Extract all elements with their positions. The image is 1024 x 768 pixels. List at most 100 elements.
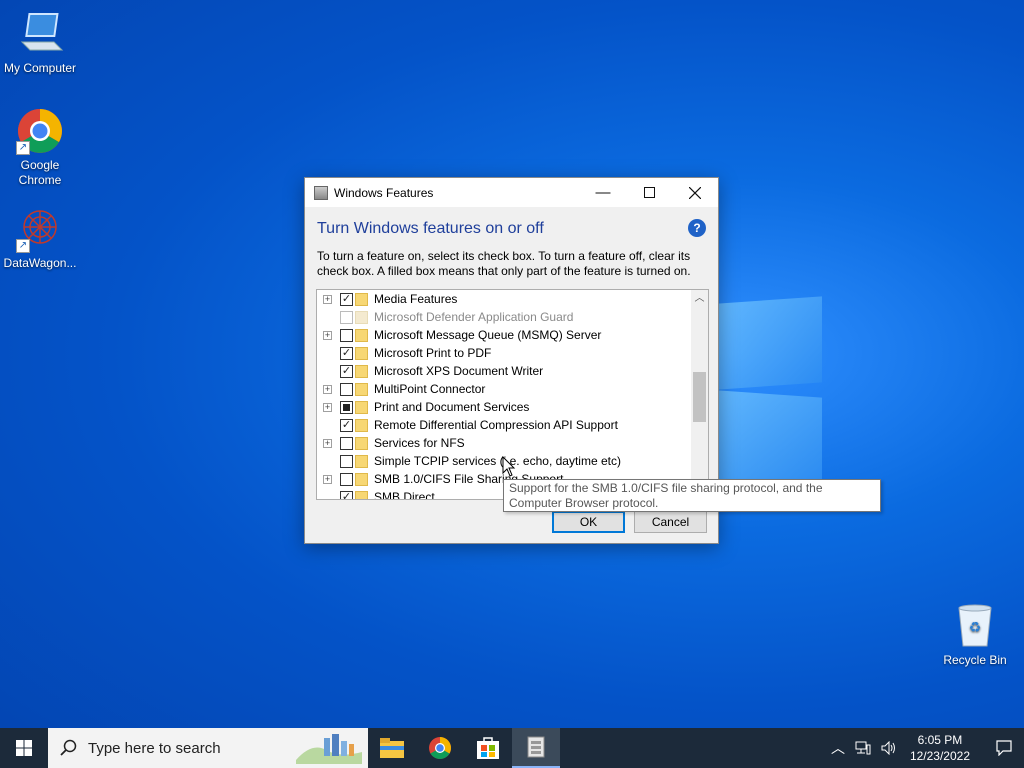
feature-checkbox[interactable]: ✓ [340,346,353,360]
chevron-up-icon[interactable]: ︿ [831,738,845,758]
feature-checkbox[interactable]: ✓ [340,292,353,306]
feature-checkbox[interactable] [340,454,353,468]
dialog-titlebar[interactable]: Windows Features — [305,178,718,207]
expand-plus-icon[interactable]: + [323,294,332,304]
chrome-icon: ↗ [16,107,64,155]
recycle-bin-icon: ♻ [951,602,999,650]
close-button[interactable] [672,178,718,207]
feature-checkbox[interactable] [340,382,353,396]
taskbar-store[interactable] [464,728,512,768]
expand-placeholder [323,421,332,430]
feature-checkbox[interactable]: ✓ [340,418,353,432]
feature-checkbox[interactable] [340,400,353,414]
expand-placeholder [323,493,332,500]
maximize-button[interactable] [626,178,672,207]
feature-label: Remote Differential Compression API Supp… [374,418,618,432]
file-explorer-icon [380,738,404,758]
feature-row[interactable]: ✓ Microsoft XPS Document Writer [317,362,692,380]
taskbar-chrome[interactable] [416,728,464,768]
desktop-wallpaper-logo [712,290,824,500]
expand-plus-icon[interactable]: + [323,384,332,394]
action-center-button[interactable] [984,728,1024,768]
expand-plus-icon[interactable]: + [323,474,332,484]
ok-button[interactable]: OK [552,511,625,533]
expand-placeholder [323,313,332,322]
taskbar-clock[interactable]: 6:05 PM 12/23/2022 [910,732,970,764]
scroll-up-arrow-icon[interactable]: ︿ [691,290,708,307]
feature-row[interactable]: + MultiPoint Connector [317,380,692,398]
windows-features-icon [527,736,545,758]
volume-icon[interactable] [881,741,897,755]
desktop-icon-label: DataWagon... [3,256,77,270]
dialog-title: Windows Features [334,185,434,200]
shortcut-arrow-icon: ↗ [16,141,30,155]
expand-placeholder [323,349,332,358]
feature-label: Microsoft Print to PDF [374,346,492,360]
network-icon[interactable] [855,741,871,755]
folder-icon [355,364,368,378]
feature-label: Simple TCPIP services (i.e. echo, daytim… [374,454,621,468]
expand-plus-icon[interactable]: + [323,402,332,412]
feature-checkbox[interactable] [340,472,353,486]
help-icon[interactable]: ? [688,219,706,237]
taskbar-file-explorer[interactable] [368,728,416,768]
feature-checkbox[interactable]: ✓ [340,364,353,378]
desktop-icon-label: My Computer [3,61,77,75]
desktop-icon-google-chrome[interactable]: ↗ Google Chrome [0,107,80,188]
dialog-description: To turn a feature on, select its check b… [317,249,691,278]
feature-label: Services for NFS [374,436,465,450]
taskbar-search-box[interactable]: Type here to search [48,728,368,768]
feature-row[interactable]: ✓ Microsoft Print to PDF [317,344,692,362]
feature-checkbox[interactable]: ✓ [340,490,353,499]
computer-icon [16,10,64,58]
notification-icon [996,740,1012,756]
expand-placeholder [323,457,332,466]
minimize-button[interactable]: — [580,178,626,207]
feature-row[interactable]: + ✓ Media Features [317,290,692,308]
feature-label: Microsoft XPS Document Writer [374,364,544,378]
clock-time: 6:05 PM [917,733,963,747]
desktop-icon-label: Google Chrome [18,158,62,187]
minimize-icon: — [595,184,611,201]
feature-label: Microsoft Defender Application Guard [374,310,574,324]
feature-row[interactable]: + Print and Document Services [317,398,692,416]
feature-label: SMB Direct [374,490,435,500]
search-icon [60,739,77,756]
feature-row[interactable]: + Services for NFS [317,434,692,452]
store-icon [477,737,499,759]
mouse-cursor-icon [502,456,516,477]
feature-checkbox[interactable] [340,328,353,342]
expand-plus-icon[interactable]: + [323,438,332,448]
scrollbar-thumb[interactable] [693,372,706,422]
start-button[interactable] [0,728,48,768]
search-placeholder: Type here to search [88,739,221,757]
vertical-scrollbar[interactable]: ︿ [691,290,708,499]
taskbar: Type here to search ︿ 6:05 PM 12/23/2022 [0,728,1024,768]
folder-icon [355,454,368,468]
folder-icon [355,328,368,342]
folder-icon [355,346,368,360]
feature-checkbox[interactable] [340,436,353,450]
folder-icon [355,292,368,306]
expand-placeholder [323,367,332,376]
feature-label: MultiPoint Connector [374,382,486,396]
search-highlight-scene-icon [296,734,362,764]
desktop-icon-label: Recycle Bin [943,653,1007,667]
feature-row[interactable]: ✓ Remote Differential Compression API Sup… [317,416,692,434]
desktop-icon-my-computer[interactable]: My Computer [0,10,80,76]
cancel-button[interactable]: Cancel [634,511,707,533]
feature-label: Print and Document Services [374,400,530,414]
chrome-icon [429,737,451,759]
folder-icon [355,382,368,396]
desktop-icon-recycle-bin[interactable]: ♻ Recycle Bin [935,602,1015,668]
folder-icon [355,310,368,324]
desktop-icon-datawagon[interactable]: ↗ DataWagon... [0,205,80,271]
windows-features-icon [314,185,328,200]
feature-row[interactable]: Microsoft Defender Application Guard [317,308,692,326]
feature-checkbox [340,310,353,324]
dialog-heading: Turn Windows features on or off [317,220,544,237]
expand-plus-icon[interactable]: + [323,330,332,340]
feature-row[interactable]: + Microsoft Message Queue (MSMQ) Server [317,326,692,344]
taskbar-windows-features[interactable] [512,728,560,768]
close-icon [689,186,701,199]
